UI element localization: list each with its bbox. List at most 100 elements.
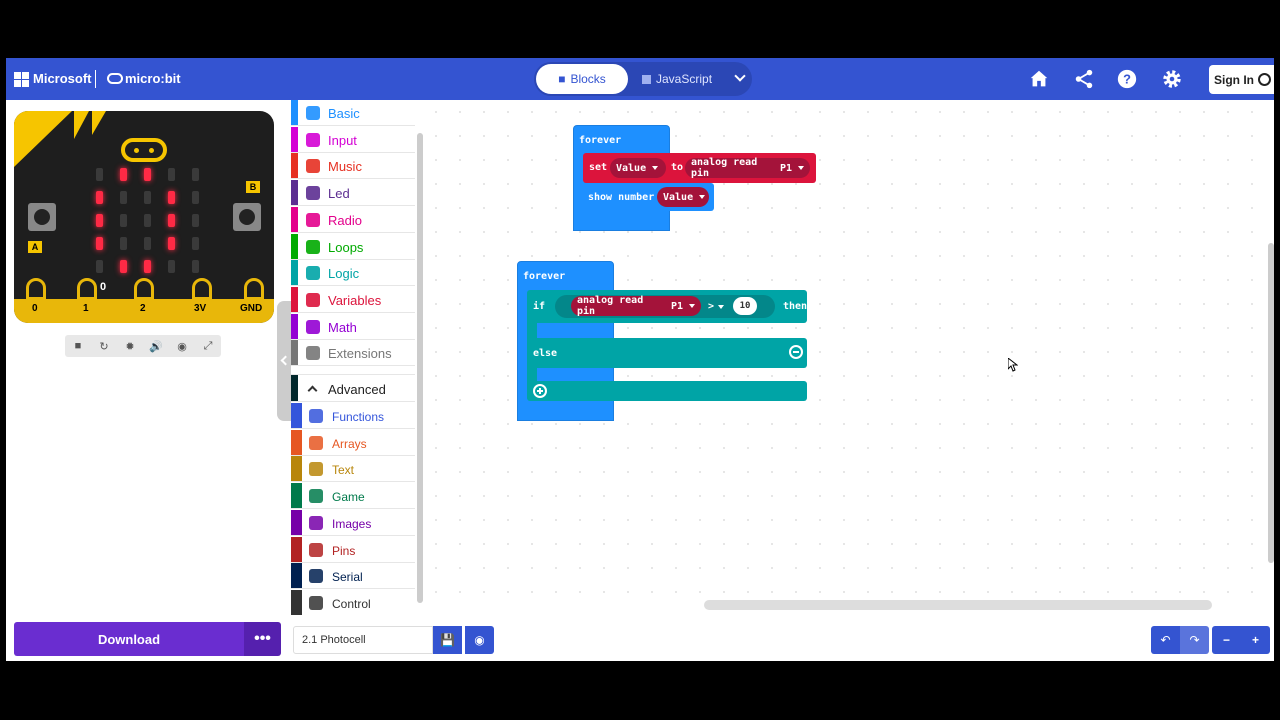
category-color-bar	[291, 206, 298, 232]
toolbox-advanced-toggle[interactable]: Advanced	[291, 374, 415, 402]
blocks-workspace[interactable]: forever set Value to analog read pin P1 …	[424, 100, 1274, 615]
zoom-in-icon[interactable]: +	[1241, 626, 1270, 654]
category-color-bar	[291, 375, 298, 401]
led	[96, 214, 103, 227]
brand-microbit[interactable]: micro:bit	[125, 71, 181, 86]
brand-microsoft[interactable]: Microsoft	[33, 71, 92, 86]
button-a[interactable]	[28, 203, 56, 231]
sign-in-button[interactable]: Sign In	[1209, 65, 1274, 94]
dropdown-caret-icon[interactable]	[718, 305, 724, 309]
show-number-block[interactable]: show number Value	[583, 183, 714, 211]
toolbox-category-images[interactable]: Images	[291, 509, 415, 536]
collapse-simulator-handle[interactable]	[277, 301, 291, 421]
download-button[interactable]: Download	[14, 622, 244, 656]
touch-logo[interactable]	[121, 138, 167, 162]
advanced-label: Advanced	[328, 382, 386, 397]
toolbox-category-input[interactable]: Input	[291, 126, 415, 153]
mute-icon[interactable]: 🔊	[145, 340, 167, 353]
more-options-button[interactable]: •••	[244, 622, 281, 656]
redo-icon[interactable]: ↷	[1180, 626, 1209, 654]
if-block[interactable]: if analog read pin P1 > 10 then	[527, 290, 807, 323]
comparison-block[interactable]: analog read pin P1 > 10	[555, 295, 775, 318]
screenshot-icon[interactable]: ◉	[171, 340, 193, 353]
toolbox-category-logic[interactable]: Logic	[291, 260, 415, 287]
home-icon[interactable]	[1028, 68, 1050, 90]
pin-3v[interactable]	[192, 278, 212, 300]
led	[120, 260, 127, 273]
toolbox-category-loops[interactable]: Loops	[291, 233, 415, 260]
toolbox-category-variables[interactable]: Variables	[291, 286, 415, 313]
category-label: Game	[332, 490, 365, 505]
led	[168, 214, 175, 227]
help-icon[interactable]: ?	[1116, 68, 1138, 90]
save-icon[interactable]: 💾	[433, 626, 462, 654]
led	[144, 237, 151, 250]
toolbox-category-game[interactable]: Game	[291, 483, 415, 510]
led	[168, 168, 175, 181]
category-color-bar	[291, 180, 298, 206]
show-variable-dropdown[interactable]: Value	[657, 187, 709, 207]
toolbox-category-arrays[interactable]: Arrays	[291, 429, 415, 456]
pin-gnd[interactable]	[244, 278, 264, 300]
toolbox-category-control[interactable]: Control	[291, 589, 415, 615]
restart-icon[interactable]: ↻	[93, 340, 115, 353]
toolbox-category-radio[interactable]: Radio	[291, 206, 415, 233]
gear-icon[interactable]	[1161, 68, 1183, 90]
project-name-input[interactable]: 2.1 Photocell	[293, 626, 433, 654]
button-b[interactable]	[233, 203, 261, 231]
tab-javascript[interactable]: JavaScript	[642, 64, 722, 94]
undo-icon[interactable]: ↶	[1151, 626, 1180, 654]
variable-dropdown[interactable]: Value	[610, 158, 666, 178]
workspace-vertical-scrollbar[interactable]	[1268, 243, 1274, 563]
toolbox-category-math[interactable]: Math	[291, 313, 415, 340]
workspace-horizontal-scrollbar[interactable]	[704, 600, 1212, 610]
chevron-down-icon[interactable]	[734, 70, 746, 82]
toolbox-category-music[interactable]: Music	[291, 153, 415, 180]
toolbox-category-led[interactable]: Led	[291, 180, 415, 207]
toolbox-category-extensions[interactable]: Extensions	[291, 340, 415, 367]
remove-else-icon[interactable]	[789, 345, 803, 359]
analog-read-block[interactable]: analog read pin P1	[571, 295, 701, 317]
toolbox-category-text[interactable]: Text	[291, 456, 415, 483]
toolbox-category-pins[interactable]: Pins	[291, 536, 415, 563]
category-label: Logic	[328, 266, 360, 282]
share-icon[interactable]	[1073, 68, 1095, 90]
category-label: Extensions	[328, 346, 392, 362]
toolbox-scrollbar[interactable]	[417, 103, 423, 616]
add-else-icon[interactable]	[533, 384, 547, 398]
led	[192, 260, 199, 273]
led	[168, 237, 175, 250]
category-label: Pins	[332, 543, 356, 558]
if-label: if	[533, 301, 546, 312]
else-section[interactable]: else	[527, 338, 807, 368]
number-input[interactable]: 10	[733, 297, 757, 315]
pin-0[interactable]	[26, 278, 46, 300]
pin-value-readout: 0	[100, 281, 107, 293]
toolbox-category-functions[interactable]: Functions	[291, 403, 415, 429]
analog-read-label: analog read pin	[577, 295, 644, 317]
forever-label: forever	[579, 135, 622, 146]
set-variable-block[interactable]: set Value to analog read pin P1	[583, 153, 816, 183]
category-label: Arrays	[332, 436, 367, 451]
stop-icon[interactable]: ■	[67, 340, 89, 352]
text-icon	[309, 462, 323, 477]
debug-icon[interactable]: ✹	[119, 340, 141, 353]
array-icon	[309, 435, 323, 450]
github-icon[interactable]: ◉	[465, 626, 494, 654]
led	[144, 214, 151, 227]
toolbox-scroll-thumb[interactable]	[417, 133, 423, 603]
toolbox-category-basic[interactable]: Basic	[291, 100, 415, 126]
microbit-simulator[interactable]: A B 0 1 2 3V GND	[14, 111, 274, 323]
fullscreen-icon[interactable]: ⤢	[197, 340, 219, 353]
gamepad-icon	[309, 489, 323, 504]
zoom-out-icon[interactable]: −	[1212, 626, 1241, 654]
tab-blocks[interactable]: ■ Blocks	[536, 64, 628, 94]
category-label: Variables	[328, 292, 382, 308]
shuffle-icon	[306, 266, 320, 281]
analog-read-block[interactable]: analog read pin P1	[685, 157, 810, 179]
pin-1[interactable]	[77, 278, 97, 300]
category-label: Math	[328, 319, 357, 335]
pin-2[interactable]	[134, 278, 154, 300]
tab-blocks-label: Blocks	[570, 72, 606, 86]
toolbox-category-serial[interactable]: Serial	[291, 563, 415, 590]
